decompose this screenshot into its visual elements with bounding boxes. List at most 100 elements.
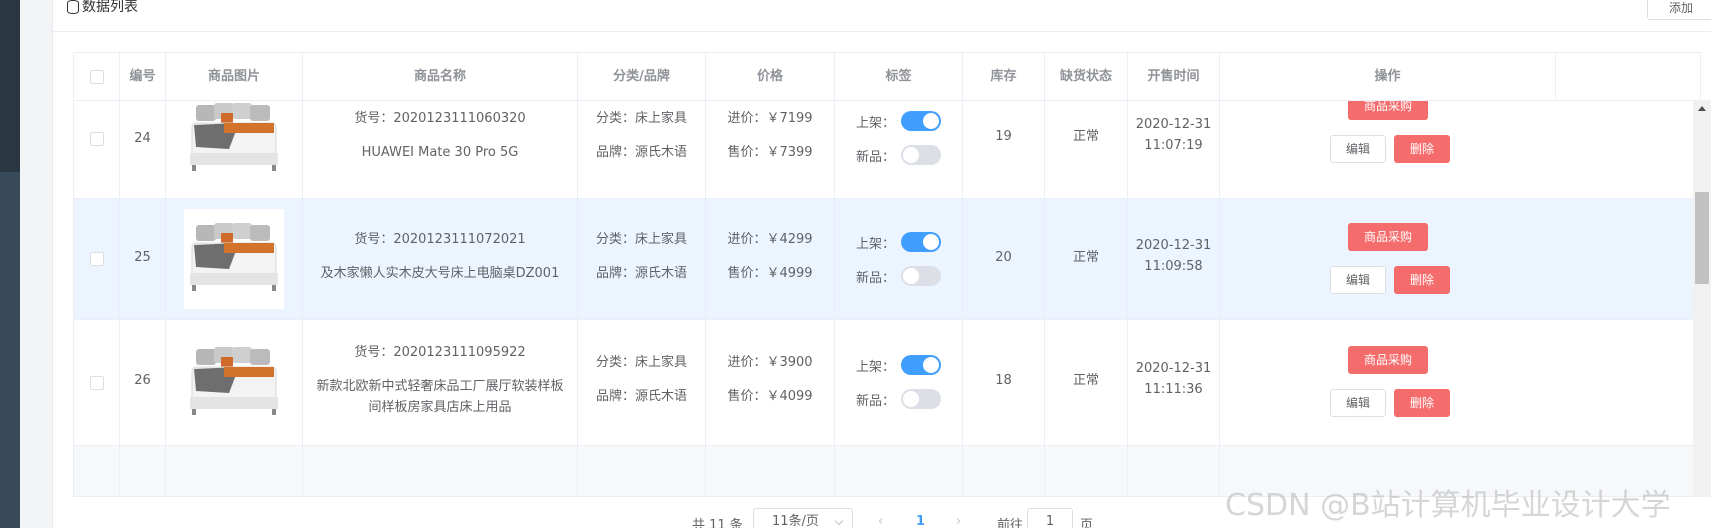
header-tags: 标签 — [835, 53, 963, 101]
sale-date: 2020-12-31 — [1135, 117, 1212, 132]
header-stock: 库存 — [963, 53, 1045, 101]
sale-time: 11:07:19 — [1144, 138, 1203, 153]
shelf-label: 上架： — [855, 236, 895, 252]
product-image — [184, 333, 284, 433]
delete-button[interactable]: 删除 — [1394, 135, 1450, 163]
card-header: 数据列表 添加 — [53, 0, 1711, 32]
header-select-all[interactable] — [74, 53, 120, 101]
cost-price: 进价：￥4299 — [727, 232, 813, 247]
edit-button[interactable]: 编辑 — [1330, 266, 1386, 294]
scroll-up-icon[interactable] — [1698, 106, 1706, 111]
purchase-button[interactable]: 商品采购 — [1348, 101, 1428, 120]
new-switch[interactable] — [901, 389, 941, 409]
delete-button[interactable]: 删除 — [1394, 389, 1450, 417]
new-label: 新品： — [855, 149, 895, 165]
sale-date: 2020-12-31 — [1135, 361, 1212, 376]
new-switch[interactable] — [901, 266, 941, 286]
add-button[interactable]: 添加 — [1647, 0, 1711, 20]
stock-status: 正常 — [1072, 129, 1099, 144]
header-stock-status: 缺货状态 — [1045, 53, 1128, 101]
next-page-button[interactable]: › — [956, 514, 961, 528]
row-checkbox[interactable] — [89, 375, 104, 390]
product-image — [184, 101, 284, 189]
watermark: CSDN @B站计算机毕业设计大学 — [1225, 488, 1671, 523]
shelf-label: 上架： — [855, 359, 895, 375]
sale-price: 售价：￥7399 — [727, 145, 813, 160]
table-row: 26 货号：2020123111095922 新款北欧新中式轻奢床品工厂展厅软装… — [74, 320, 1700, 446]
delete-button[interactable]: 删除 — [1394, 266, 1450, 294]
header-id: 编号 — [120, 53, 166, 101]
table-header: 编号 商品图片 商品名称 分类/品牌 价格 标签 库存 缺货状态 开售时间 操作 — [74, 53, 1700, 101]
sale-time: 11:09:58 — [1144, 259, 1203, 274]
product-sku: 货号：2020123111060320 — [354, 111, 526, 126]
row-id: 25 — [134, 250, 151, 265]
table-row: 24 货号：2020123111060320 HUAWEI Mate 30 Pr… — [74, 101, 1700, 199]
page-size-value: 11条/页 — [772, 514, 819, 528]
header-sale-time: 开售时间 — [1128, 53, 1220, 101]
goto-label: 前往 — [997, 518, 1024, 528]
row-checkbox[interactable] — [89, 252, 104, 266]
sale-price: 售价：￥4099 — [727, 389, 813, 404]
stock-status: 正常 — [1072, 373, 1099, 388]
product-category: 分类：床上家具 — [595, 232, 687, 247]
header-image: 商品图片 — [166, 53, 303, 101]
sale-date: 2020-12-31 — [1135, 238, 1212, 253]
product-name: HUAWEI Mate 30 Pro 5G — [361, 145, 519, 160]
shelf-switch[interactable] — [901, 232, 941, 252]
shelf-switch[interactable] — [901, 111, 941, 131]
page-number-current[interactable]: 1 — [916, 514, 925, 528]
scroll-thumb[interactable] — [1695, 192, 1709, 284]
header-name: 商品名称 — [303, 53, 578, 101]
stock-status: 正常 — [1072, 250, 1099, 265]
sale-price: 售价：￥4999 — [727, 266, 813, 281]
card-title-text: 数据列表 — [82, 0, 138, 15]
select-all-checkbox[interactable] — [89, 70, 104, 84]
header-price: 价格 — [706, 53, 835, 101]
purchase-button[interactable]: 商品采购 — [1348, 346, 1428, 374]
row-checkbox[interactable] — [89, 131, 104, 146]
new-switch[interactable] — [901, 145, 941, 165]
new-label: 新品： — [855, 270, 895, 286]
product-category: 分类：床上家具 — [595, 111, 687, 126]
stock-count: 18 — [995, 373, 1012, 388]
card-title: 数据列表 — [66, 0, 138, 16]
header-category-brand: 分类/品牌 — [578, 53, 706, 101]
product-image — [184, 209, 284, 309]
row-id: 26 — [134, 373, 151, 388]
stock-count: 19 — [995, 129, 1012, 144]
shelf-switch[interactable] — [901, 355, 941, 375]
purchase-button[interactable]: 商品采购 — [1348, 223, 1428, 251]
data-list-card: 数据列表 添加 编号 商品图片 商品名称 分类/品牌 价格 标签 库存 缺货状态… — [53, 0, 1711, 528]
database-icon — [66, 0, 79, 14]
cost-price: 进价：￥3900 — [727, 355, 813, 370]
product-brand: 品牌：源氏木语 — [595, 266, 687, 281]
edit-button[interactable]: 编辑 — [1330, 135, 1386, 163]
product-name: 及木家懒人实木皮大号床上电脑桌DZ001 — [320, 266, 560, 281]
row-id: 24 — [134, 131, 151, 146]
sale-time: 11:11:36 — [1144, 382, 1203, 397]
table-scrollbar[interactable] — [1693, 100, 1711, 497]
content-gutter — [20, 0, 53, 528]
stock-count: 20 — [995, 250, 1012, 265]
product-category: 分类：床上家具 — [595, 355, 687, 370]
app-sidebar-edge — [0, 0, 20, 528]
product-brand: 品牌：源氏木语 — [595, 145, 687, 160]
product-brand: 品牌：源氏木语 — [595, 389, 687, 404]
page-size-select[interactable]: 11条/页 — [753, 508, 853, 528]
product-table: 编号 商品图片 商品名称 分类/品牌 价格 标签 库存 缺货状态 开售时间 操作… — [73, 52, 1701, 497]
product-name-line1: 新款北欧新中式轻奢床品工厂展厅软装样板 — [316, 379, 564, 394]
shelf-label: 上架： — [855, 115, 895, 131]
cost-price: 进价：￥7199 — [727, 111, 813, 126]
jump-page-input[interactable]: 1 — [1027, 508, 1073, 528]
page-unit-label: 页 — [1080, 518, 1094, 528]
table-row: 25 货号：2020123111072021 及木家懒人实木皮大号床上电脑桌DZ… — [74, 199, 1700, 320]
edit-button[interactable]: 编辑 — [1330, 389, 1386, 417]
new-label: 新品： — [855, 393, 895, 409]
table-body: 24 货号：2020123111060320 HUAWEI Mate 30 Pr… — [74, 101, 1700, 496]
header-actions: 操作 — [1220, 53, 1556, 101]
pagination-total: 共 11 条 — [692, 518, 743, 528]
product-name-line2: 间样板房家具店床上用品 — [368, 400, 512, 415]
prev-page-button[interactable]: ‹ — [878, 514, 883, 528]
product-sku: 货号：2020123111072021 — [354, 232, 526, 247]
product-sku: 货号：2020123111095922 — [354, 345, 526, 360]
